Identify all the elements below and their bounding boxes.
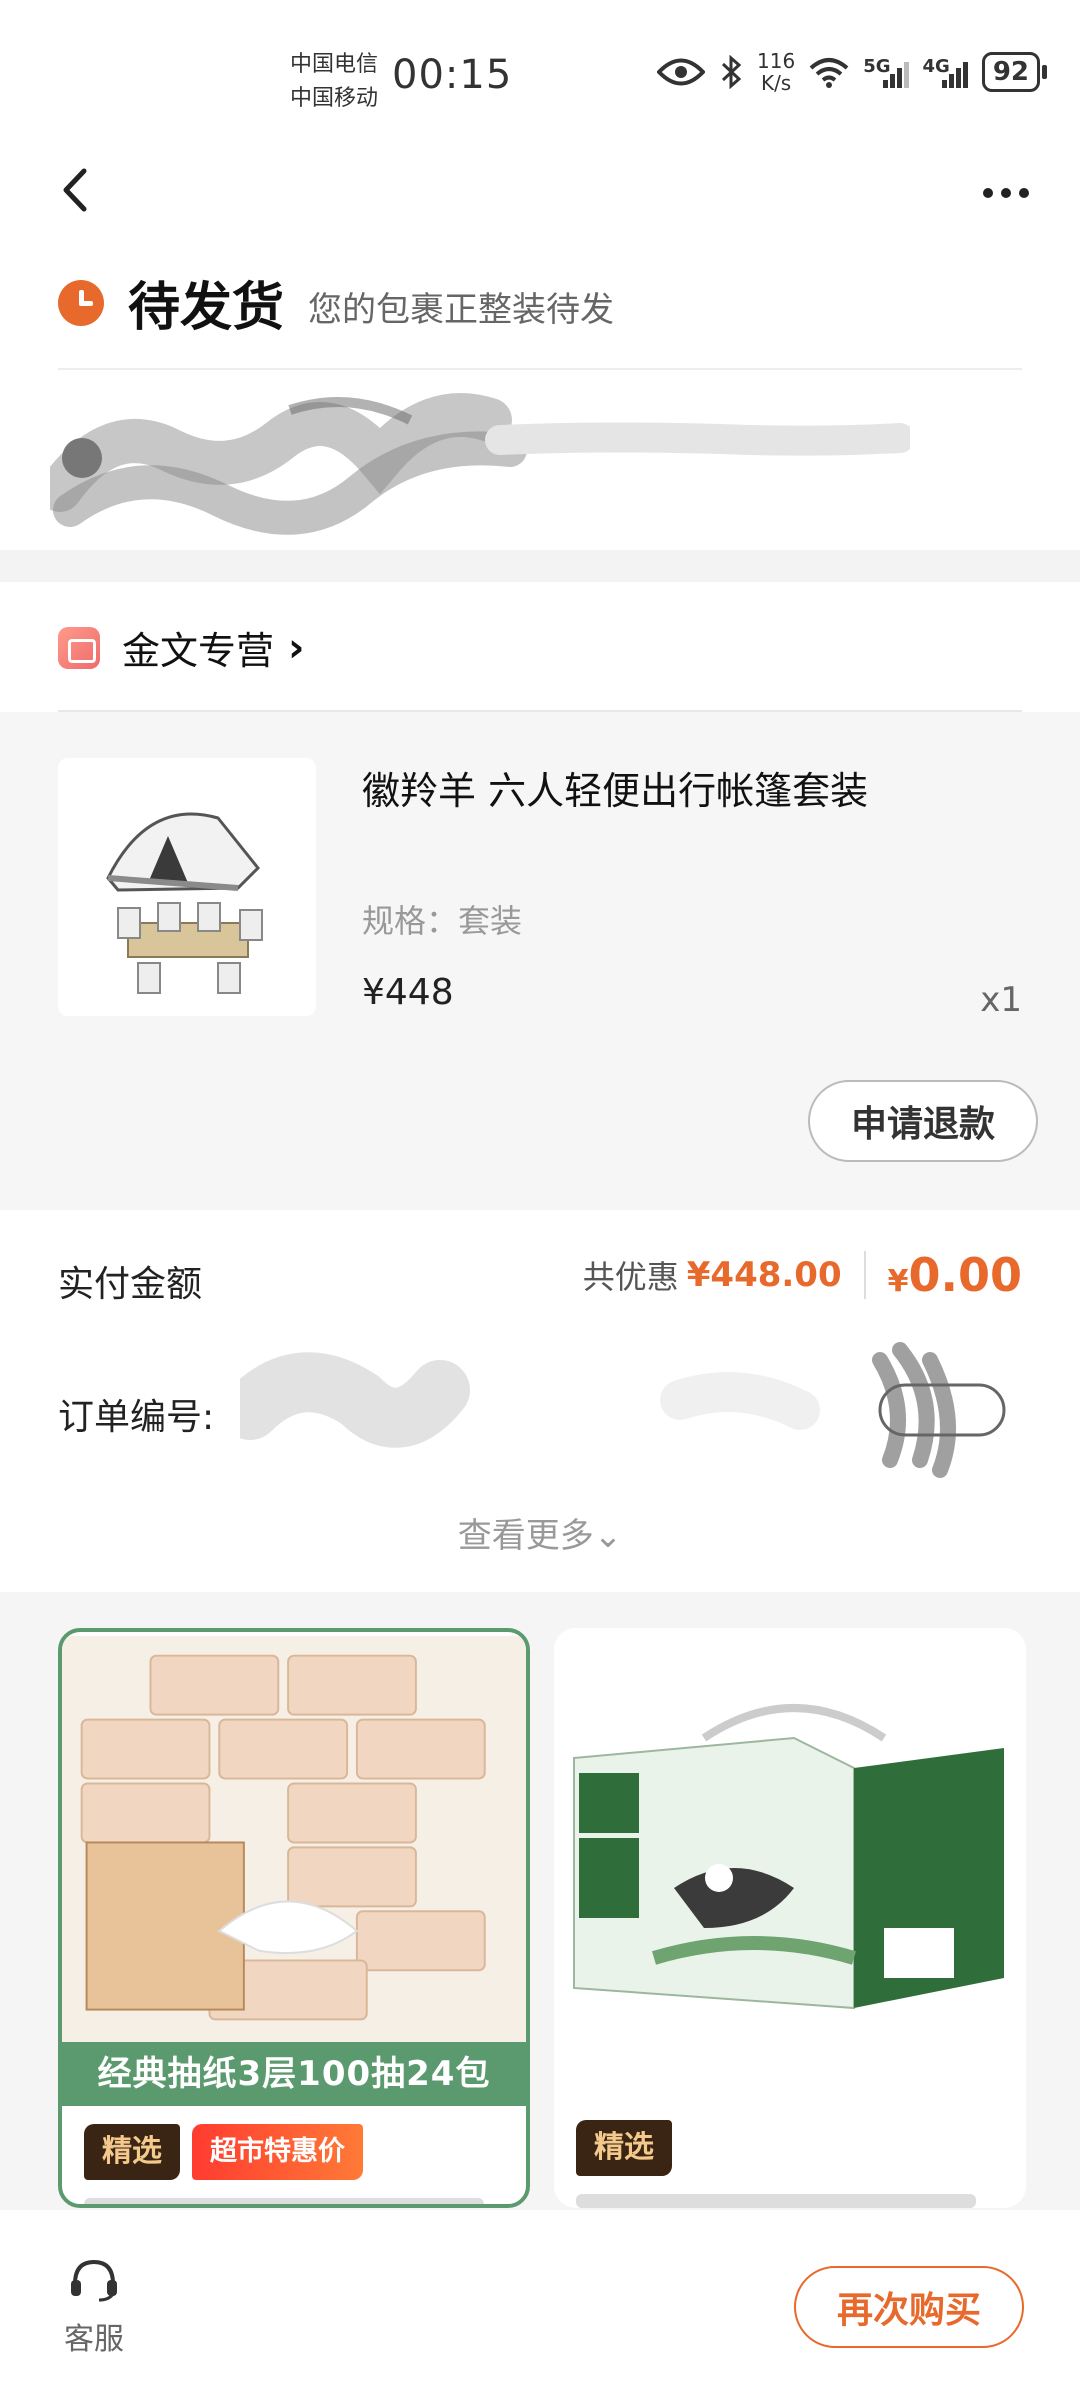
net-speed: 116 K/s: [757, 50, 795, 94]
view-more-button[interactable]: 查看更多⌄: [0, 1508, 1080, 1557]
tissue-pack-image: [62, 1636, 526, 2103]
divider: [863, 1251, 866, 1299]
headset-icon: [71, 2259, 117, 2302]
tag-featured: 精选: [84, 2124, 180, 2180]
chevron-right-icon: ›: [288, 624, 305, 671]
currency-symbol: ¥: [887, 1264, 909, 1299]
product-price: ¥448: [362, 972, 454, 1013]
divider: [58, 368, 1022, 370]
redacted-address: [50, 393, 910, 535]
buy-again-button[interactable]: 再次购买: [794, 2266, 1024, 2348]
back-button[interactable]: [50, 160, 100, 220]
more-dots-icon: [983, 188, 1029, 198]
status-icons: 116 K/s 5G 4G 92: [657, 50, 1048, 94]
discount-value: ¥448.00: [686, 1255, 842, 1295]
customer-service-label: 客服: [64, 2322, 124, 2357]
shop-icon: [58, 626, 100, 669]
net-speed-unit: K/s: [760, 71, 792, 95]
product-quantity: x1: [980, 980, 1022, 1020]
order-status-row: 待发货 您的包裹正整装待发: [58, 265, 614, 340]
recommendation-title: [576, 2194, 976, 2208]
tag-row: 精选 超市特惠价: [84, 2124, 363, 2180]
carrier-1: 中国电信: [290, 52, 379, 77]
status-bar: 中国电信 中国移动 00:15 116 K/s 5G 4G 92: [0, 0, 1080, 150]
recommendation-card[interactable]: 经典抽纸3层100抽24包 精选 超市特惠价: [58, 1628, 530, 2208]
wifi-icon: [809, 58, 849, 88]
net-speed-value: 116: [757, 49, 796, 73]
milk-box-image: [554, 1628, 1026, 2103]
clock: 00:15: [392, 52, 513, 98]
shop-row[interactable]: 金文专营 ›: [58, 620, 305, 675]
battery-indicator: 92: [981, 52, 1048, 92]
tag-row: 精选: [576, 2120, 672, 2176]
chevron-left-icon: [63, 168, 87, 212]
paid-amount-row: 共优惠 ¥448.00 ¥0.00: [583, 1248, 1022, 1302]
discount-label: 共优惠: [582, 1258, 679, 1296]
product-image[interactable]: [58, 758, 316, 1016]
tag-supermarket-deal: 超市特惠价: [192, 2124, 363, 2180]
order-number-label: 订单编号:: [58, 1397, 215, 1438]
refund-button[interactable]: 申请退款: [808, 1080, 1038, 1162]
customer-service-button[interactable]: 客服: [52, 2258, 136, 2358]
signal-5g-label: 5G: [863, 56, 891, 77]
section-gap: [0, 550, 1080, 582]
more-button[interactable]: [982, 160, 1030, 211]
product-spec: 规格：套装: [362, 902, 523, 940]
paid-amount-value: ¥0.00: [888, 1248, 1022, 1302]
redacted-order-number: [240, 1342, 1006, 1478]
recommendation-card[interactable]: 精选: [554, 1628, 1026, 2208]
bluetooth-icon: [721, 55, 742, 89]
carriers: 中国电信 中国移动: [290, 48, 378, 116]
signal-4g-label: 4G: [922, 56, 950, 77]
order-status-subtitle: 您的包裹正整装待发: [308, 290, 615, 330]
signal-4g-icon: 4G: [923, 56, 968, 88]
tent-set-image: [106, 812, 263, 994]
paid-amount-number: 0.00: [908, 1248, 1023, 1302]
location-pin-icon: [62, 438, 102, 478]
recommendation-banner: 经典抽纸3层100抽24包: [62, 2042, 526, 2106]
clock-icon: [58, 279, 104, 326]
paid-amount-label: 实付金额: [58, 1264, 203, 1305]
carrier-2: 中国移动: [290, 86, 379, 111]
tag-featured: 精选: [576, 2120, 672, 2176]
product-title[interactable]: 徽羚羊 六人轻便出行帐篷套装: [362, 760, 868, 815]
order-status-title: 待发货: [128, 278, 285, 338]
signal-5g-icon: 5G: [863, 56, 909, 88]
shop-name: 金文专营: [122, 629, 275, 673]
recommendation-title: [84, 2198, 484, 2204]
eye-icon: [657, 58, 705, 86]
